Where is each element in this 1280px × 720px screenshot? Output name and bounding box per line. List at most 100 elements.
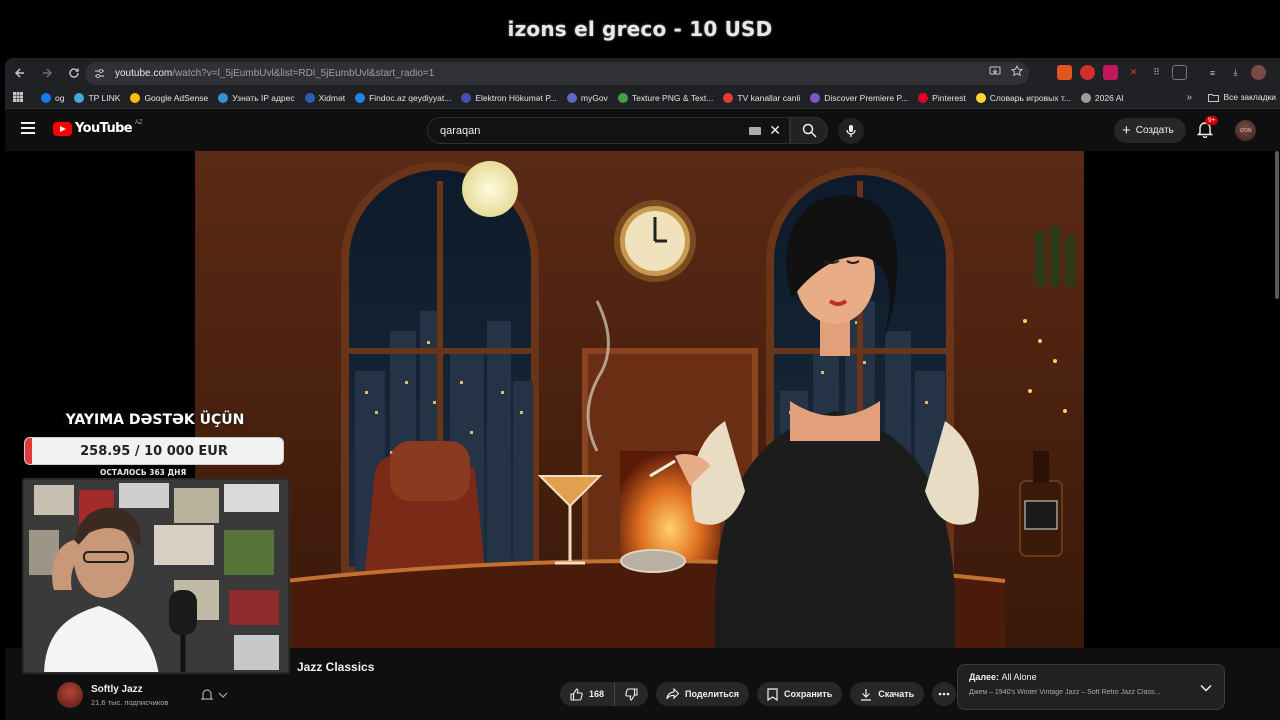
share-button[interactable]: Поделиться — [656, 682, 750, 706]
browser-toolbar: youtube.com/watch?v=l_5jEumbUvl&list=RDl… — [5, 58, 1280, 88]
youtube-wordmark: YouTube — [75, 121, 133, 136]
like-dislike-group: 168 — [560, 682, 649, 706]
channel-info: Softly Jazz 21,6 тыс. подписчиков — [57, 682, 168, 708]
url-text: youtube.com/watch?v=l_5jEumbUvl&list=RDl… — [115, 68, 434, 79]
up-next-card[interactable]: Далее: All Alone Джем – 1940's Winter Vi… — [957, 664, 1225, 710]
video-thumbnail-illustration — [195, 151, 1084, 648]
profile-avatar-icon[interactable] — [1251, 65, 1266, 80]
video-actions: 168 Поделиться Сохранить Скачать — [560, 682, 957, 706]
bookmark-item[interactable]: myGov — [562, 93, 613, 103]
install-app-icon[interactable] — [989, 65, 1001, 80]
guide-menu-icon[interactable] — [21, 122, 35, 134]
save-button[interactable]: Сохранить — [757, 682, 843, 706]
bookmark-favicon-icon — [130, 93, 141, 103]
media-controls-icon[interactable]: ≡ — [1205, 65, 1220, 80]
up-next-subtitle: Джем – 1940's Winter Vintage Jazz – Soft… — [969, 689, 1161, 696]
apps-grid-icon[interactable] — [8, 91, 28, 105]
bookmark-favicon-icon — [355, 93, 366, 103]
extensions-bar: ✕ ⠿ ≡ ⤓ ⋮ — [1057, 65, 1280, 80]
more-actions-button[interactable] — [932, 682, 957, 706]
bookmark-item[interactable]: Discover Premiere P... — [805, 93, 913, 103]
bookmark-item[interactable]: Google AdSense — [125, 93, 213, 103]
donation-banner-text: izons el greco - 10 USD — [507, 17, 773, 41]
channel-subscribers: 21,6 тыс. подписчиков — [91, 697, 169, 707]
bookmark-item[interactable]: Elektron Hökumət P... — [456, 93, 562, 103]
video-frame[interactable] — [195, 151, 1084, 648]
bookmark-label: Pinterest — [932, 93, 966, 103]
search-input[interactable]: qaraqan ✕ — [427, 117, 790, 144]
youtube-header: YouTube AZ qaraqan ✕ + Создать 9+ IZON — [5, 109, 1280, 151]
subscription-bell-button[interactable] — [200, 688, 241, 704]
bookmark-label: TP LINK — [88, 93, 121, 103]
bookmark-label: og — [55, 93, 65, 103]
more-horizontal-icon — [938, 692, 950, 696]
browser-menu-icon[interactable]: ⋮ — [1274, 65, 1280, 80]
bookmark-favicon-icon — [566, 93, 577, 103]
channel-name[interactable]: Softly Jazz — [91, 684, 168, 695]
notifications-button[interactable]: 9+ — [1196, 116, 1219, 141]
bookmark-favicon-icon — [461, 93, 472, 103]
voice-search-button[interactable] — [838, 118, 864, 144]
bookmarks-overflow-icon[interactable]: » — [1186, 92, 1192, 103]
reload-icon — [69, 68, 79, 78]
address-bar[interactable]: youtube.com/watch?v=l_5jEumbUvl&list=RDl… — [85, 62, 1029, 85]
bookmark-item[interactable]: Pinterest — [913, 93, 971, 103]
back-button[interactable] — [8, 61, 32, 85]
create-button[interactable]: + Создать — [1114, 118, 1186, 143]
chevron-down-icon[interactable] — [1200, 681, 1212, 695]
plus-icon: + — [1122, 121, 1131, 139]
bookmark-item[interactable]: Xidmət — [300, 93, 350, 103]
download-icon — [861, 688, 872, 701]
forward-button[interactable] — [35, 61, 59, 85]
extension-fox-icon[interactable] — [1057, 65, 1072, 80]
bookmark-favicon-icon — [918, 93, 929, 103]
create-label: Создать — [1135, 125, 1174, 136]
youtube-play-icon — [53, 121, 72, 136]
download-button[interactable]: Скачать — [850, 682, 925, 706]
bookmark-favicon-icon — [975, 93, 986, 103]
page-scrollbar[interactable] — [1275, 151, 1279, 299]
thumbs-down-icon — [625, 687, 638, 701]
channel-avatar[interactable] — [57, 682, 83, 708]
account-avatar[interactable]: IZON — [1235, 120, 1256, 141]
search-button[interactable] — [790, 117, 828, 144]
bookmark-label: Elektron Hökumət P... — [475, 93, 557, 103]
donation-goal-bar: 258.95 / 10 000 EUR — [24, 437, 284, 465]
bookmark-item[interactable]: TV kanallar canli — [718, 93, 805, 103]
downloads-icon[interactable]: ⤓ — [1228, 65, 1243, 80]
streamer-webcam — [22, 478, 290, 674]
keyboard-icon[interactable] — [749, 126, 762, 135]
extensions-puzzle-icon[interactable] — [1172, 65, 1187, 80]
reload-button[interactable] — [62, 61, 86, 85]
bookmark-icon — [767, 687, 778, 701]
site-info-icon[interactable] — [91, 66, 107, 82]
up-next-title: All Alone — [1001, 672, 1037, 682]
url-host: youtube.com — [115, 68, 173, 79]
bookmarks-bar: og TP LINK Google AdSense Узнать IP адрес Xi… — [5, 88, 1280, 109]
bookmark-item[interactable]: Узнать IP адрес — [213, 93, 299, 103]
bookmark-item[interactable]: og — [36, 93, 69, 103]
like-button[interactable]: 168 — [560, 682, 616, 706]
bookmark-label: 2026 AI — [1094, 93, 1124, 103]
omnibox-actions — [989, 64, 1024, 80]
extension-translate-icon[interactable]: ⠿ — [1149, 65, 1164, 80]
extension-pdf-icon[interactable]: ✕ — [1126, 65, 1141, 80]
bookmark-item[interactable]: TP LINK — [69, 93, 125, 103]
up-next-label: Далее: All Alone — [969, 672, 1213, 682]
extension-instagram-icon[interactable] — [1103, 65, 1118, 80]
bookmark-item[interactable]: Findoc.az qeydiyyat... — [350, 93, 456, 103]
bookmark-favicon-icon — [41, 93, 51, 103]
bookmark-star-icon[interactable] — [1010, 64, 1024, 80]
youtube-logo[interactable]: YouTube AZ — [53, 120, 143, 136]
dislike-button[interactable] — [615, 682, 648, 706]
bookmark-favicon-icon — [810, 93, 821, 103]
screen: izons el greco - 10 USD youtube.com/watc… — [0, 0, 1280, 720]
all-bookmarks-folder[interactable]: Все закладки — [1208, 92, 1276, 102]
clear-search-icon[interactable]: ✕ — [769, 122, 781, 139]
bookmark-item[interactable]: Texture PNG & Text... — [613, 93, 719, 103]
extension-red-icon[interactable] — [1080, 65, 1095, 80]
bookmark-item[interactable]: 2026 AI — [1076, 93, 1129, 103]
bookmark-label: Xidmət — [318, 93, 346, 103]
bookmark-item[interactable]: Словарь игровых т... — [971, 93, 1076, 103]
bookmark-label: Словарь игровых т... — [989, 93, 1071, 103]
